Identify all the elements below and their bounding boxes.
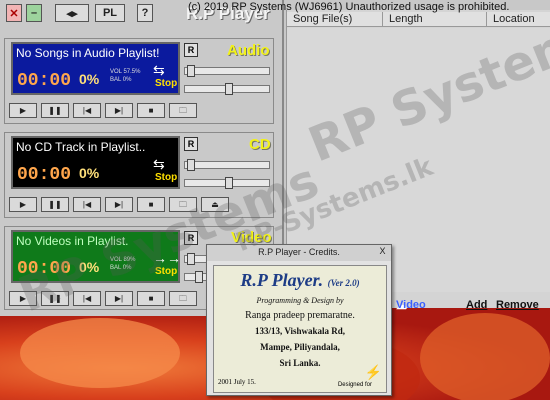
- credits-logo: R.P Player. (Ver 2.0): [240, 270, 360, 290]
- credits-author: Ranga pradeep premaratne.: [245, 310, 355, 321]
- credits-dialog: R.P Player - Credits. X R.P Player. (Ver…: [206, 244, 392, 396]
- video-volume-text: VOL 89% BAL 0%: [110, 257, 136, 271]
- credits-tagline: Programming & Design by: [256, 296, 344, 305]
- credits-title: R.P Player - Credits.: [258, 247, 340, 257]
- video-display: No Videos in Playlist. 00:00 0% VOL 89% B…: [11, 230, 181, 283]
- cd-stop-status: Stop: [155, 172, 178, 183]
- open-folder-button[interactable]: 🗀: [169, 291, 197, 306]
- audio-label: Audio: [227, 42, 270, 59]
- cd-display: No CD Track in Playlist.. 00:00 0% ⇆ Sto…: [11, 136, 180, 189]
- pause-button[interactable]: ❚❚: [41, 103, 69, 118]
- slider-knob[interactable]: [225, 83, 233, 95]
- previous-button[interactable]: |◀: [73, 103, 101, 118]
- audio-volume-slider[interactable]: [184, 65, 270, 77]
- audio-status-text: No Songs in Audio Playlist!: [16, 46, 160, 60]
- audio-stop-status: Stop: [155, 78, 178, 89]
- next-button[interactable]: ▶|: [105, 197, 133, 212]
- audio-time: 00:00: [17, 71, 72, 91]
- credits-address-3: Sri Lanka.: [279, 358, 321, 368]
- audio-controls: ▶ ❚❚ |◀ ▶| ■ 🗀: [9, 103, 249, 118]
- repeat-icon: ⇆: [153, 62, 165, 78]
- minimize-button[interactable]: –: [26, 4, 42, 22]
- credits-close-button[interactable]: X: [376, 246, 389, 258]
- stop-button[interactable]: ■: [137, 197, 165, 212]
- slider-knob[interactable]: [187, 159, 195, 171]
- credits-body: R.P Player. (Ver 2.0) Programming & Desi…: [213, 265, 387, 393]
- cd-status-text: No CD Track in Playlist..: [16, 140, 146, 154]
- previous-button[interactable]: |◀: [73, 197, 101, 212]
- audio-display: No Songs in Audio Playlist! 00:00 0% VOL…: [11, 42, 180, 95]
- cd-time: 00:00: [17, 165, 72, 185]
- audio-section: No Songs in Audio Playlist! 00:00 0% VOL…: [4, 38, 274, 124]
- cd-percent: 0%: [79, 165, 100, 181]
- slider-knob[interactable]: [195, 271, 203, 283]
- column-song-files[interactable]: Song File(s): [287, 12, 383, 26]
- pause-button[interactable]: ❚❚: [41, 291, 69, 306]
- audio-percent: 0%: [79, 71, 100, 87]
- folder-icon: 🗀: [179, 294, 187, 303]
- forward-icon: →→: [153, 250, 181, 266]
- cd-controls: ▶ ❚❚ |◀ ▶| ■ 🗀 ⏏: [9, 197, 249, 212]
- copyright-text: (c) 2019 RP Systems (WJ6961) Unauthorize…: [188, 1, 510, 13]
- play-button[interactable]: ▶: [9, 291, 37, 306]
- cd-balance-slider[interactable]: [184, 177, 270, 189]
- eject-button[interactable]: ⏏: [201, 197, 229, 212]
- cd-section: No CD Track in Playlist.. 00:00 0% ⇆ Sto…: [4, 132, 274, 218]
- video-status-text: No Videos in Playlist.: [16, 234, 129, 248]
- video-stop-status: Stop: [155, 266, 178, 277]
- video-time: 00:00: [17, 259, 72, 279]
- stop-button[interactable]: ■: [137, 291, 165, 306]
- open-folder-button[interactable]: 🗀: [169, 197, 197, 212]
- slider-knob[interactable]: [225, 177, 233, 189]
- credits-date: 2001 July 15.: [218, 378, 256, 386]
- video-percent: 0%: [79, 259, 100, 275]
- slider-knob[interactable]: [187, 65, 195, 77]
- playlist-toggle-button[interactable]: PL: [95, 4, 125, 22]
- next-button[interactable]: ▶|: [105, 103, 133, 118]
- cd-repeat-button[interactable]: R: [184, 137, 198, 151]
- screen: ✕ – ◂▸ PL ? R.P Player No Songs in Audio…: [0, 0, 550, 400]
- cd-volume-slider[interactable]: [184, 159, 270, 171]
- previous-button[interactable]: |◀: [73, 291, 101, 306]
- repeat-icon: ⇆: [153, 156, 165, 172]
- open-folder-button[interactable]: 🗀: [169, 103, 197, 118]
- audio-balance-slider[interactable]: [184, 83, 270, 95]
- audio-repeat-button[interactable]: R: [184, 43, 198, 57]
- close-button[interactable]: ✕: [6, 4, 22, 22]
- eject-icon: ⏏: [211, 200, 219, 209]
- arrows-icon: ◂▸: [66, 7, 78, 20]
- column-location[interactable]: Location: [487, 12, 550, 26]
- video-repeat-button[interactable]: R: [184, 231, 198, 245]
- remove-button[interactable]: Remove: [496, 299, 539, 311]
- folder-icon: 🗀: [179, 106, 187, 115]
- add-button[interactable]: Add: [466, 299, 487, 311]
- play-button[interactable]: ▶: [9, 103, 37, 118]
- help-button[interactable]: ?: [137, 4, 153, 22]
- slider-knob[interactable]: [187, 253, 195, 265]
- column-length[interactable]: Length: [383, 12, 487, 26]
- next-button[interactable]: ▶|: [105, 291, 133, 306]
- pause-button[interactable]: ❚❚: [41, 197, 69, 212]
- lightning-icon: ⚡: [364, 364, 382, 380]
- playlist-header: Song File(s) Length Location: [287, 12, 550, 27]
- play-button[interactable]: ▶: [9, 197, 37, 212]
- audio-volume-text: VOL 57.5% BAL 0%: [110, 69, 141, 83]
- cd-label: CD: [249, 136, 271, 153]
- credits-address-1: 133/13, Vishwakala Rd,: [254, 326, 346, 336]
- folder-icon: 🗀: [179, 200, 187, 209]
- credits-designed-for: Designed for: [337, 382, 372, 388]
- credits-address-2: Mampe, Piliyandala,: [260, 342, 340, 352]
- arrange-button[interactable]: ◂▸: [55, 4, 89, 22]
- stop-button[interactable]: ■: [137, 103, 165, 118]
- credits-titlebar: R.P Player - Credits. X: [207, 245, 391, 261]
